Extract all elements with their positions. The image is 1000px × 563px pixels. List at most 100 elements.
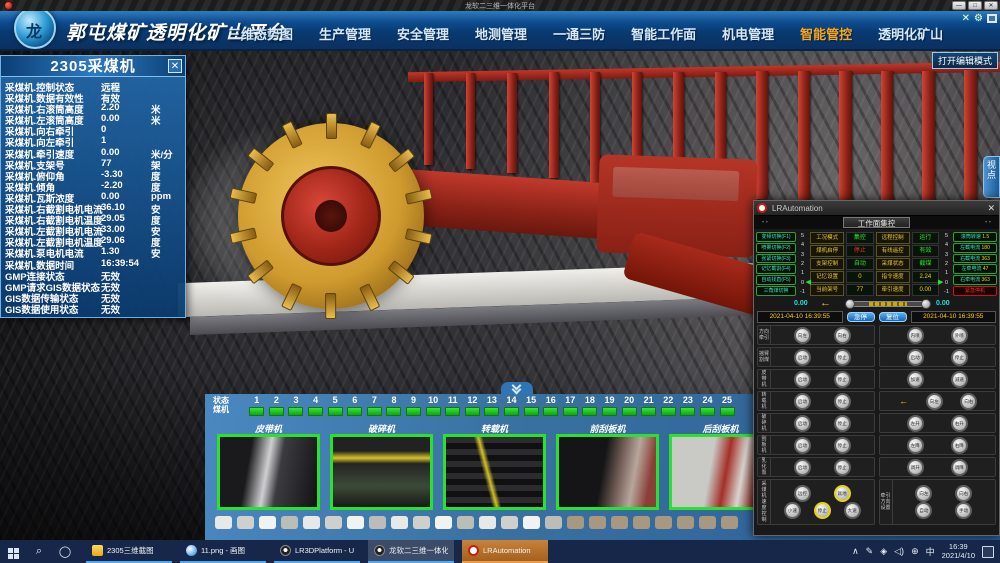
round-button[interactable]: 手动: [955, 502, 972, 519]
round-button[interactable]: 停止: [834, 459, 851, 476]
hydraulic-support: [798, 71, 810, 203]
round-button[interactable]: 左降: [907, 437, 924, 454]
round-button[interactable]: 向右: [960, 393, 977, 410]
tools-icon[interactable]: ✕: [962, 13, 970, 24]
round-button[interactable]: 启动: [794, 349, 811, 366]
round-button[interactable]: 向右: [834, 327, 851, 344]
estop-button[interactable]: 急停: [847, 312, 875, 322]
round-button[interactable]: 停止: [834, 371, 851, 388]
round-button[interactable]: 调降: [951, 459, 968, 476]
viewpoint-tab[interactable]: 视点: [983, 156, 1000, 198]
mode-button[interactable]: 三角煤切换: [756, 286, 796, 296]
round-button[interactable]: 外喷: [951, 327, 968, 344]
round-button[interactable]: 向左: [926, 393, 943, 410]
round-button[interactable]: 向左: [915, 485, 932, 502]
camera-item: 皮带机: [217, 422, 320, 510]
shield-icon[interactable]: ◈: [880, 546, 887, 557]
round-button[interactable]: 启动: [794, 371, 811, 388]
ime-indicator[interactable]: 中: [926, 545, 935, 558]
nav-item-一通三防[interactable]: 一通三防: [553, 24, 605, 43]
telemetry-button[interactable]: 右牵电流 363: [953, 275, 997, 285]
nav-item-三维态势图[interactable]: 三维态势图: [228, 24, 293, 43]
round-button[interactable]: 启动: [907, 349, 924, 366]
table-row: 采煤机.右滚筒高度2.20米: [1, 102, 185, 113]
mode-button[interactable]: 记忆截割(F4): [756, 264, 796, 274]
maximize-button[interactable]: □: [968, 1, 982, 10]
cortana-icon[interactable]: ◯: [52, 545, 78, 558]
nav-item-安全管理[interactable]: 安全管理: [397, 24, 449, 43]
minimize-button[interactable]: —: [952, 1, 966, 10]
conveyor-base: [190, 297, 760, 335]
telemetry-button[interactable]: 滚筒转速 1.5: [953, 232, 997, 242]
round-button[interactable]: 停止: [834, 393, 851, 410]
nav-item-透明化矿山[interactable]: 透明化矿山: [878, 24, 943, 43]
round-button[interactable]: 停止: [834, 349, 851, 366]
lrautomation-close-icon[interactable]: ✕: [987, 203, 995, 214]
round-button[interactable]: 停止: [834, 437, 851, 454]
round-button[interactable]: 自动: [915, 502, 932, 519]
round-button[interactable]: 就地: [834, 485, 851, 502]
round-button[interactable]: 内喷: [907, 327, 924, 344]
edit-mode-button[interactable]: 打开编辑模式: [932, 52, 998, 69]
network-icon[interactable]: ⊕: [911, 546, 919, 557]
taskbar-task[interactable]: 11.png - 画图: [180, 540, 266, 563]
nav-item-机电管理[interactable]: 机电管理: [722, 24, 774, 43]
emergency-stop-button[interactable]: 紧急停机: [953, 286, 997, 296]
gear-icon[interactable]: ⚙: [974, 13, 983, 24]
round-button[interactable]: 左升: [907, 415, 924, 432]
taskbar-task[interactable]: LR3DPlatform - U...: [274, 540, 360, 563]
clock[interactable]: 16:39 2021/4/10: [942, 543, 975, 560]
taskbar-task[interactable]: LRAutomation: [462, 540, 548, 563]
mode-button[interactable]: 变频切换(F1): [756, 232, 796, 242]
round-button[interactable]: 调升: [907, 459, 924, 476]
position-slider[interactable]: [846, 301, 930, 307]
nav-item-智能工作面[interactable]: 智能工作面: [631, 24, 696, 43]
mode-button[interactable]: 喷雾切换(F2): [756, 243, 796, 253]
nav-item-生产管理[interactable]: 生产管理: [319, 24, 371, 43]
support-indicator-row: [215, 516, 738, 529]
round-button[interactable]: 小速: [784, 502, 801, 519]
start-button[interactable]: [0, 544, 26, 559]
tab-workface-control[interactable]: 工作面集控: [843, 217, 911, 228]
round-button[interactable]: 远控: [794, 485, 811, 502]
chevron-up-icon[interactable]: ∧: [852, 546, 859, 557]
telemetry-button[interactable]: 右截电流 363: [953, 254, 997, 264]
telemetry-button[interactable]: 左截电流 180: [953, 243, 997, 253]
chevron-down-icon[interactable]: [501, 382, 533, 394]
round-button[interactable]: 向左: [794, 327, 811, 344]
round-button[interactable]: 减速: [951, 371, 968, 388]
round-button[interactable]: 停止: [814, 502, 831, 519]
speaker-icon[interactable]: ◁): [894, 546, 904, 557]
camera-thumbnail[interactable]: [217, 434, 320, 510]
round-button[interactable]: 右升: [951, 415, 968, 432]
round-button[interactable]: 停止: [834, 415, 851, 432]
round-button[interactable]: 启动: [794, 415, 811, 432]
round-button[interactable]: 大速: [844, 502, 861, 519]
panel-close-icon[interactable]: ✕: [168, 59, 182, 73]
round-button[interactable]: 加速: [907, 371, 924, 388]
camera-thumbnail[interactable]: [330, 434, 433, 510]
round-button[interactable]: 启动: [794, 393, 811, 410]
taskbar-task[interactable]: 龙软二三维一体化...: [368, 540, 454, 563]
mode-button[interactable]: 自动找直(F5): [756, 275, 796, 285]
reset-button[interactable]: 复位: [879, 312, 907, 322]
camera-thumbnail[interactable]: [443, 434, 546, 510]
mode-button[interactable]: 张紧切换(F3): [756, 254, 796, 264]
telemetry-button[interactable]: 左牵电流 47: [953, 264, 997, 274]
search-icon[interactable]: ⌕: [26, 545, 52, 558]
round-button[interactable]: 启动: [794, 459, 811, 476]
camera-thumbnail[interactable]: [556, 434, 659, 510]
close-button[interactable]: ✕: [984, 1, 998, 10]
taskbar-task[interactable]: 2305三维截图: [86, 540, 172, 563]
nav-item-智能管控[interactable]: 智能管控: [800, 24, 852, 43]
round-button[interactable]: 启动: [794, 437, 811, 454]
nav-item-地测管理[interactable]: 地测管理: [475, 24, 527, 43]
pen-icon[interactable]: ✎: [866, 546, 874, 557]
group-buttons: 启动 停止: [771, 459, 874, 476]
round-button[interactable]: 向右: [955, 485, 972, 502]
restore-icon[interactable]: [987, 14, 997, 23]
notification-icon[interactable]: [982, 546, 994, 558]
round-button[interactable]: 停止: [951, 349, 968, 366]
scale-marker-icon: ◀: [806, 278, 811, 286]
round-button[interactable]: 右降: [951, 437, 968, 454]
